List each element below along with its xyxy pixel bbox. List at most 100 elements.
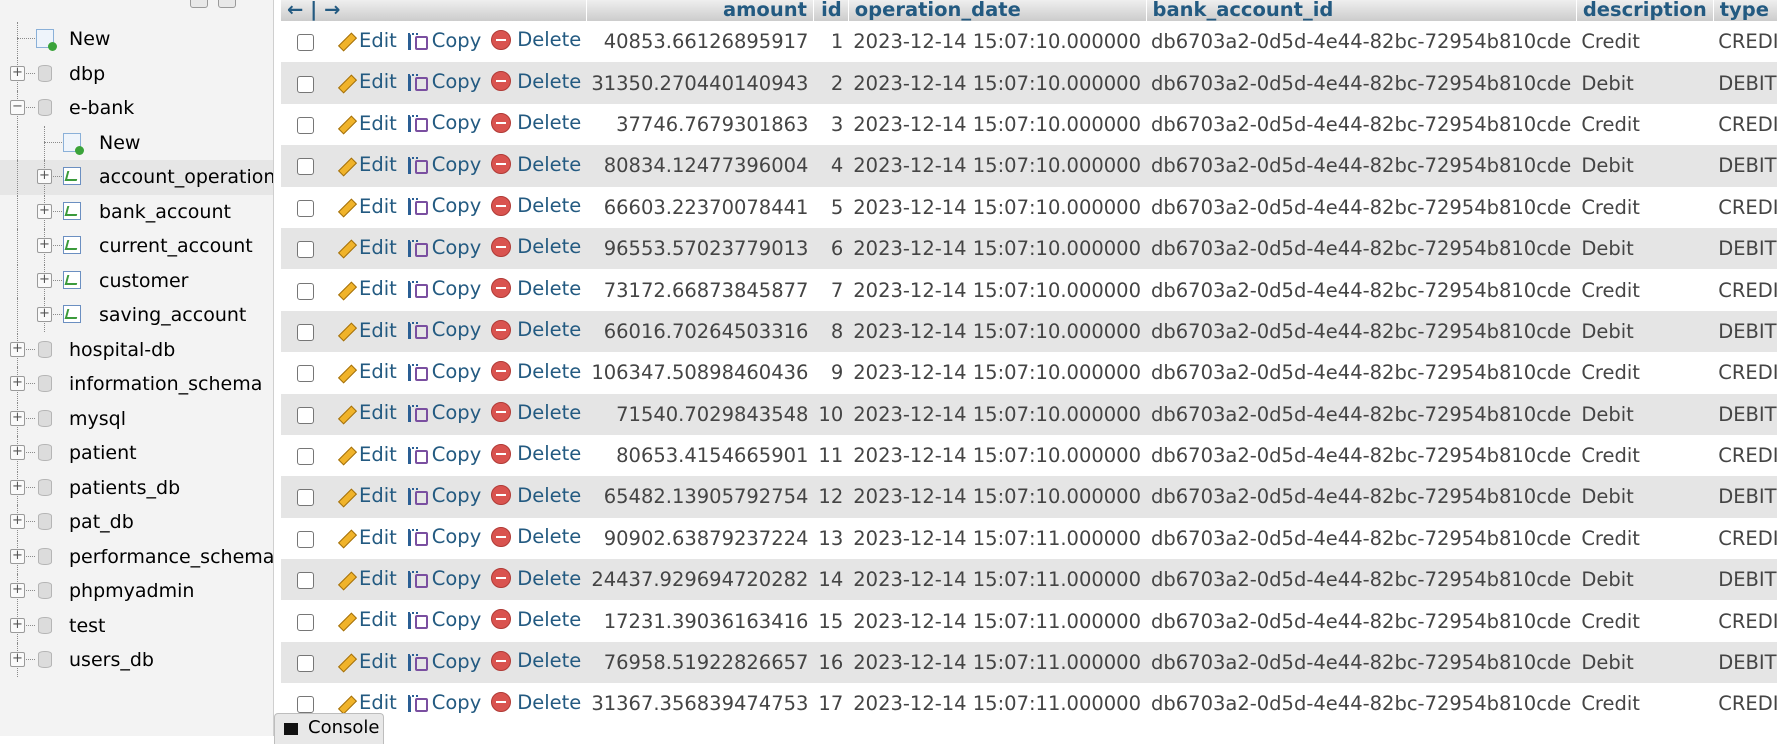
row-checkbox[interactable]: [297, 530, 314, 548]
edit-link[interactable]: Edit: [335, 195, 397, 218]
row-select-cell[interactable]: [281, 21, 330, 63]
row-select-cell[interactable]: [281, 310, 330, 353]
edit-link[interactable]: Edit: [335, 526, 397, 549]
tree-node-patients-db[interactable]: + patients_db: [0, 470, 273, 506]
row-select-cell[interactable]: [281, 186, 330, 228]
delete-link[interactable]: Delete: [491, 360, 581, 383]
edit-link[interactable]: Edit: [335, 360, 397, 383]
copy-cell[interactable]: Copy: [401, 352, 487, 394]
copy-link[interactable]: Copy: [407, 567, 481, 590]
row-select-cell[interactable]: [281, 600, 330, 642]
database-icon[interactable]: [38, 64, 52, 82]
tree-node-label[interactable]: performance_schema: [69, 542, 273, 572]
row-checkbox[interactable]: [297, 406, 314, 424]
row-select-cell[interactable]: [281, 559, 330, 601]
edit-cell[interactable]: Edit: [330, 310, 402, 353]
edit-link-label[interactable]: Edit: [359, 567, 397, 590]
copy-link-label[interactable]: Copy: [432, 70, 481, 93]
delete-cell[interactable]: Delete: [486, 476, 587, 518]
expand-icon[interactable]: +: [10, 479, 25, 495]
pencil-icon[interactable]: [335, 528, 353, 546]
pencil-icon[interactable]: [335, 280, 353, 298]
copy-icon[interactable]: [407, 652, 428, 671]
row-checkbox[interactable]: [297, 448, 314, 466]
copy-link-label[interactable]: Copy: [432, 236, 481, 259]
copy-link-label[interactable]: Copy: [432, 194, 481, 217]
column-header-description[interactable]: description: [1576, 0, 1714, 21]
delete-link-label[interactable]: Delete: [517, 277, 581, 300]
new-item-icon[interactable]: [63, 132, 84, 155]
copy-cell[interactable]: Copy: [401, 145, 487, 187]
delete-cell[interactable]: Delete: [486, 352, 587, 394]
expand-icon[interactable]: +: [37, 272, 52, 288]
copy-link-label[interactable]: Copy: [432, 650, 481, 673]
copy-link-label[interactable]: Copy: [432, 277, 481, 300]
copy-cell[interactable]: Copy: [401, 103, 487, 146]
edit-link-label[interactable]: Edit: [359, 319, 397, 342]
collapse-all-icon[interactable]: [190, 0, 208, 8]
expand-icon[interactable]: +: [37, 169, 52, 184]
table-icon[interactable]: [63, 236, 81, 254]
copy-cell[interactable]: Copy: [401, 227, 487, 270]
copy-link-label[interactable]: Copy: [432, 567, 481, 590]
delete-icon[interactable]: [491, 361, 512, 382]
table-icon[interactable]: [63, 167, 81, 185]
delete-icon[interactable]: [491, 526, 512, 547]
delete-icon[interactable]: [491, 568, 512, 589]
edit-cell[interactable]: Edit: [330, 227, 402, 270]
expand-icon[interactable]: +: [10, 514, 25, 529]
pencil-icon[interactable]: [335, 404, 353, 422]
copy-icon[interactable]: [407, 238, 428, 257]
delete-link[interactable]: Delete: [491, 235, 581, 258]
database-icon[interactable]: [38, 340, 52, 358]
copy-icon[interactable]: [407, 486, 428, 505]
row-checkbox[interactable]: [297, 572, 314, 590]
edit-link-label[interactable]: Edit: [359, 443, 397, 466]
copy-icon[interactable]: [407, 72, 428, 92]
tree-node-label[interactable]: mysql: [69, 404, 126, 434]
copy-cell[interactable]: Copy: [401, 600, 487, 642]
delete-icon[interactable]: [491, 319, 512, 340]
expand-icon[interactable]: +: [10, 652, 25, 667]
tree-node-pat-db[interactable]: + pat_db: [0, 505, 273, 540]
copy-link-label[interactable]: Copy: [432, 401, 481, 424]
database-icon[interactable]: [38, 616, 52, 634]
delete-link-label[interactable]: Delete: [517, 567, 581, 590]
copy-link[interactable]: Copy: [407, 525, 481, 548]
expand-icon[interactable]: +: [37, 203, 52, 219]
tree-node-patient[interactable]: + patient: [0, 436, 273, 471]
delete-link[interactable]: Delete: [491, 608, 581, 631]
delete-link-label[interactable]: Delete: [517, 235, 581, 258]
copy-link[interactable]: Copy: [407, 236, 481, 259]
delete-icon[interactable]: [491, 692, 512, 713]
copy-cell[interactable]: Copy: [401, 517, 487, 560]
column-arrows[interactable]: ← | →: [287, 0, 340, 21]
edit-link-label[interactable]: Edit: [359, 153, 397, 176]
delete-link-label[interactable]: Delete: [517, 360, 581, 383]
copy-link[interactable]: Copy: [407, 360, 481, 383]
tree-node-label[interactable]: patients_db: [69, 473, 180, 503]
edit-link[interactable]: Edit: [335, 236, 397, 259]
edit-link-label[interactable]: Edit: [359, 484, 397, 507]
expand-icon[interactable]: +: [37, 238, 52, 253]
copy-icon[interactable]: [407, 31, 428, 50]
database-icon[interactable]: [38, 444, 52, 461]
delete-icon[interactable]: [491, 71, 512, 92]
delete-cell[interactable]: Delete: [486, 434, 587, 477]
copy-cell[interactable]: Copy: [401, 683, 487, 725]
copy-link-label[interactable]: Copy: [432, 29, 481, 52]
tree-node-information-schema[interactable]: + information_schema: [0, 367, 273, 402]
edit-link[interactable]: Edit: [335, 608, 397, 631]
delete-icon[interactable]: [491, 236, 512, 257]
column-header-amount[interactable]: amount: [586, 0, 814, 21]
column-header-bank-account-id[interactable]: bank_account_id: [1146, 0, 1577, 21]
delete-link[interactable]: Delete: [491, 194, 581, 217]
edit-link[interactable]: Edit: [335, 29, 397, 52]
column-nav-arrows[interactable]: ← | →: [281, 0, 587, 21]
edit-link[interactable]: Edit: [335, 112, 397, 135]
tree-node-phpmyadmin[interactable]: + phpmyadmin: [0, 574, 273, 609]
column-header-id[interactable]: id: [813, 0, 849, 21]
copy-link[interactable]: Copy: [407, 484, 481, 507]
delete-link-label[interactable]: Delete: [517, 28, 581, 51]
delete-link[interactable]: Delete: [491, 153, 581, 176]
